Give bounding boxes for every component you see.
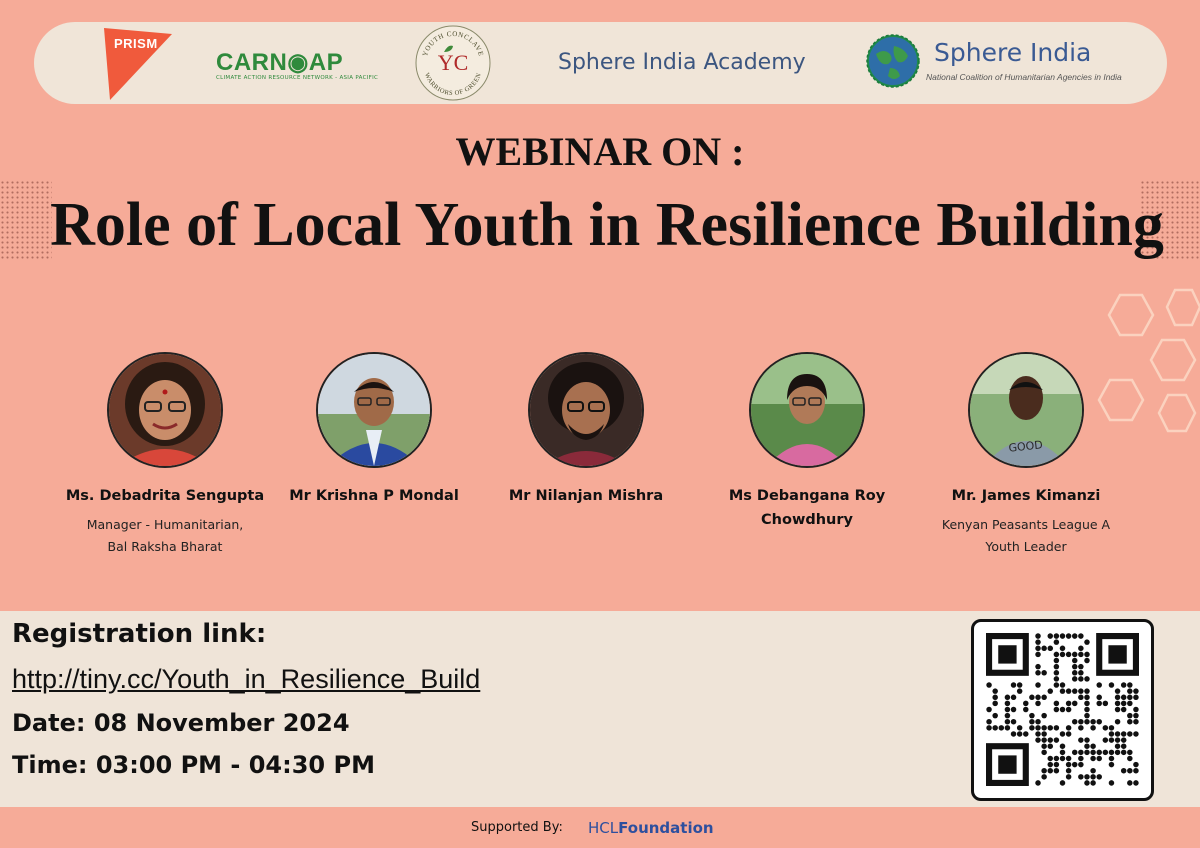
webinar-title: Role of Local Youth in Resilience Buildi… [50,191,1164,259]
speaker-photo [107,352,223,468]
webinar-time: Time: 03:00 PM - 04:30 PM [12,751,375,779]
sphere-india-logo-text: Sphere India [934,38,1092,67]
speaker-name: Ms Debangana Roy Chowdhury [707,484,907,532]
yc-initials-text: YC [438,50,469,75]
sphere-india-academy-logo: Sphere India Academy [558,50,806,75]
speaker-role-line: Bal Raksha Bharat [107,539,223,554]
speaker-role-line: Kenyan Peasants League A [941,517,1111,532]
sphere-india-logo: Sphere India National Coalition of Human… [866,34,1126,94]
speaker-card: Mr Krishna P Mondal [274,352,474,508]
webinar-kicker: WEBINAR ON : [455,129,745,174]
speaker-photo [528,352,644,468]
speaker-role: Kenyan Peasants League A Youth Leader [926,514,1126,558]
speaker-photo: GOOD [968,352,1084,468]
youth-conclave-logo: YOUTH CONCLAVE WARRIORS OF GREEN YC [414,24,492,102]
speaker-name: Mr. James Kimanzi [951,488,1101,504]
speaker-photo [749,352,865,468]
speaker-name: Ms. Debadrita Sengupta [65,488,265,504]
registration-link[interactable]: http://tiny.cc/Youth_in_Resilience_Build [12,664,480,695]
speaker-role: Manager - Humanitarian, Bal Raksha Bhara… [65,514,265,558]
youth-conclave-seal-icon: YOUTH CONCLAVE WARRIORS OF GREEN YC [415,25,491,101]
speaker-name: Mr Nilanjan Mishra [508,488,664,504]
speaker-role-line: Youth Leader [985,539,1067,554]
speaker-name: Mr Krishna P Mondal [289,488,459,504]
carnoap-logo: CARN◉AP CLIMATE ACTION RESOURCE NETWORK … [216,48,378,81]
speaker-card: Mr Nilanjan Mishra [486,352,686,508]
foundation-logo-text: Foundation [618,819,714,837]
qr-code-icon [986,633,1139,786]
registration-label: Registration link: [12,619,267,649]
prism-logo-text: PRISM [114,36,158,51]
carnoap-logo-text: CARN◉AP [216,49,344,76]
sphere-india-logo-subtitle: National Coalition of Humanitarian Agenc… [926,72,1122,82]
speaker-photo [316,352,432,468]
speaker-name-line: Chowdhury [761,512,853,528]
qr-code[interactable] [971,619,1154,801]
globe-icon [866,34,920,88]
hcl-logo-text: HCL [588,819,619,837]
prism-logo: PRISM [102,26,174,102]
hcl-foundation-logo: HCLFoundation [588,819,714,837]
speaker-card: Ms. Debadrita Sengupta Manager - Humanit… [65,352,265,558]
supported-by-label: Supported By: [471,820,563,835]
speaker-card: GOOD Mr. James Kimanzi Kenyan Peasants L… [926,352,1126,558]
carnoap-logo-subtitle: CLIMATE ACTION RESOURCE NETWORK - ASIA P… [216,75,379,81]
logo-bar: PRISM CARN◉AP CLIMATE ACTION RESOURCE NE… [34,22,1167,104]
speaker-name-line: Ms Debangana Roy [728,488,886,504]
webinar-date: Date: 08 November 2024 [12,709,350,737]
speaker-role-line: Manager - Humanitarian, [86,517,244,532]
speaker-card: Ms Debangana Roy Chowdhury [707,352,907,532]
